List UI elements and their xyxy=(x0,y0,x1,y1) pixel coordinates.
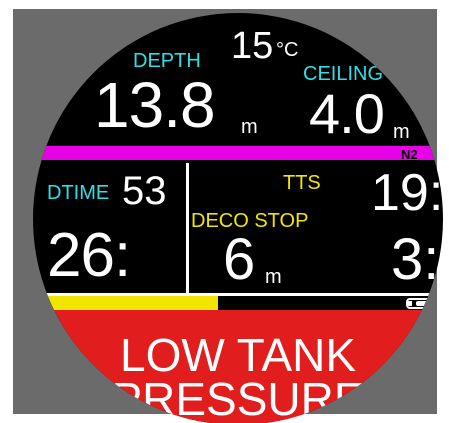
battery-icon xyxy=(406,298,440,309)
ceiling-value: 4.0 xyxy=(309,82,385,145)
deco-stop-unit: m xyxy=(265,266,282,288)
temperature-unit: °C xyxy=(276,39,299,61)
dive-computer-display: 15 °C DEPTH 13.8 m CEILING 4.0 m N2 DTIM… xyxy=(0,0,449,423)
depth-unit: m xyxy=(241,116,258,138)
temperature-value: 15 xyxy=(231,25,274,67)
dtime-value: 53 xyxy=(122,169,167,213)
alarm-line-1: LOW TANK xyxy=(120,329,356,381)
battery-level xyxy=(416,301,438,306)
panel-divider xyxy=(186,163,189,294)
ceiling-unit: m xyxy=(393,121,410,143)
gas-label: N2 xyxy=(401,147,418,162)
deco-stop-depth: 6 xyxy=(223,227,256,292)
deco-stop-time: 3: xyxy=(391,227,440,292)
round-screen: 15 °C DEPTH 13.8 m CEILING 4.0 m N2 DTIM… xyxy=(33,13,443,423)
battery-cap xyxy=(408,301,412,306)
progress-track xyxy=(33,296,443,310)
tts-value: 19: xyxy=(371,164,443,222)
ceiling-label: CEILING xyxy=(303,63,384,85)
dtime-label: DTIME xyxy=(47,182,110,204)
depth-value: 13.8 xyxy=(94,69,216,141)
gas-indicator-bar xyxy=(33,146,443,160)
elapsed-value: 26: xyxy=(47,221,131,290)
progress-fill xyxy=(33,296,218,310)
depth-label: DEPTH xyxy=(133,50,201,72)
tts-label: TTS xyxy=(283,172,321,194)
alarm-line-2: PRESSURE xyxy=(111,373,365,423)
alarm-banner: LOW TANK PRESSURE xyxy=(33,310,443,423)
display-bezel: 15 °C DEPTH 13.8 m CEILING 4.0 m N2 DTIM… xyxy=(13,9,443,423)
